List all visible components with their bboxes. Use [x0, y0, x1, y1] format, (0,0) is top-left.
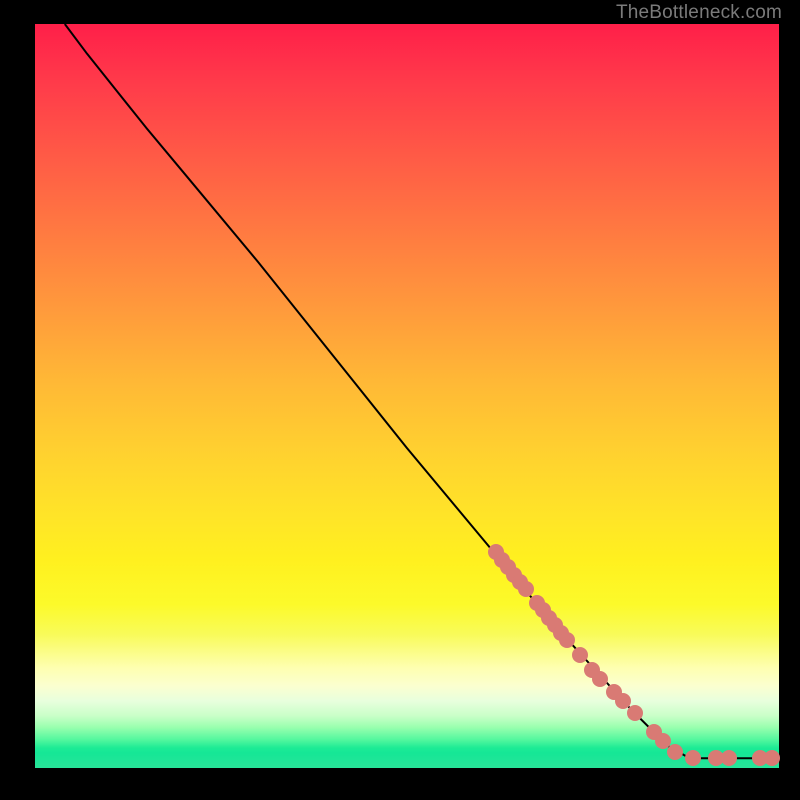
data-curve: [65, 24, 779, 758]
attribution-text: TheBottleneck.com: [616, 2, 782, 24]
plot-area: [35, 24, 779, 768]
curve-layer: [35, 24, 779, 768]
chart-stage: TheBottleneck.com: [0, 0, 800, 800]
